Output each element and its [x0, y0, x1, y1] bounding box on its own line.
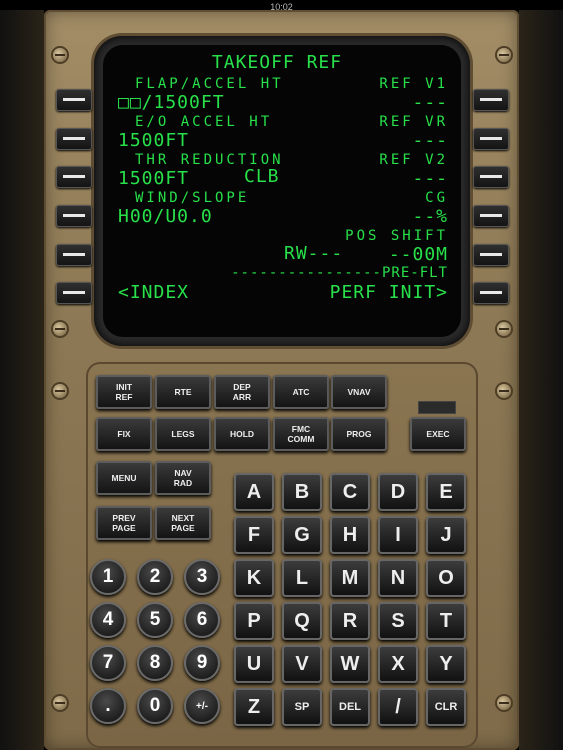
- screw-icon: [53, 48, 67, 62]
- key-b[interactable]: B: [282, 473, 322, 511]
- value-pos-shift: --00M: [388, 244, 448, 265]
- lsk-3l[interactable]: [56, 166, 92, 188]
- value-cg: --%: [412, 206, 448, 227]
- key-t[interactable]: T: [426, 602, 466, 640]
- key-d[interactable]: D: [378, 473, 418, 511]
- init-ref-key[interactable]: INIT REF: [96, 375, 152, 409]
- lsk-1l[interactable]: [56, 89, 92, 111]
- screw-icon: [53, 384, 67, 398]
- perf-init-prompt[interactable]: PERF INIT>: [118, 282, 448, 303]
- key-4[interactable]: 4: [90, 602, 126, 638]
- lsk-4l[interactable]: [56, 205, 92, 227]
- key-e[interactable]: E: [426, 473, 466, 511]
- key-9[interactable]: 9: [184, 645, 220, 681]
- lsk-5l[interactable]: [56, 244, 92, 266]
- screw-icon: [497, 48, 511, 62]
- value-ref-vr: ---: [412, 130, 448, 151]
- key-r[interactable]: R: [330, 602, 370, 640]
- screw-icon: [53, 696, 67, 710]
- key-0[interactable]: 0: [137, 688, 173, 724]
- key-h[interactable]: H: [330, 516, 370, 554]
- exec-light: [418, 401, 456, 414]
- screw-icon: [53, 322, 67, 336]
- key-delete[interactable]: DEL: [330, 688, 370, 726]
- screw-icon: [497, 322, 511, 336]
- lsk-6l[interactable]: [56, 282, 92, 304]
- key-2[interactable]: 2: [137, 559, 173, 595]
- fix-key[interactable]: FIX: [96, 417, 152, 451]
- atc-key[interactable]: ATC: [273, 375, 329, 409]
- lsk-5r[interactable]: [473, 244, 509, 266]
- key-w[interactable]: W: [330, 645, 370, 683]
- key-5[interactable]: 5: [137, 602, 173, 638]
- key-1[interactable]: 1: [90, 559, 126, 595]
- key-z[interactable]: Z: [234, 688, 274, 726]
- key-x[interactable]: X: [378, 645, 418, 683]
- key-g[interactable]: G: [282, 516, 322, 554]
- key-j[interactable]: J: [426, 516, 466, 554]
- legs-key[interactable]: LEGS: [155, 417, 211, 451]
- value-ref-v2: ---: [412, 168, 448, 189]
- lsk-2l[interactable]: [56, 128, 92, 150]
- screw-icon: [497, 384, 511, 398]
- key-decimal[interactable]: .: [90, 688, 126, 724]
- screw-icon: [497, 696, 511, 710]
- left-side-panel: [0, 10, 44, 750]
- key-6[interactable]: 6: [184, 602, 220, 638]
- key-p[interactable]: P: [234, 602, 274, 640]
- key-3[interactable]: 3: [184, 559, 220, 595]
- key-slash[interactable]: /: [378, 688, 418, 726]
- key-q[interactable]: Q: [282, 602, 322, 640]
- prev-page-key[interactable]: PREV PAGE: [96, 506, 152, 540]
- key-k[interactable]: K: [234, 559, 274, 597]
- key-f[interactable]: F: [234, 516, 274, 554]
- key-clear[interactable]: CLR: [426, 688, 466, 726]
- lsk-4r[interactable]: [473, 205, 509, 227]
- key-plus-minus[interactable]: +/-: [184, 688, 220, 724]
- menu-key[interactable]: MENU: [96, 461, 152, 495]
- nav-rad-key[interactable]: NAV RAD: [155, 461, 211, 495]
- dep-arr-key[interactable]: DEP ARR: [214, 375, 270, 409]
- pre-flt-separator: ----------------PRE-FLT: [231, 265, 448, 281]
- exec-key[interactable]: EXEC: [410, 417, 466, 451]
- lsk-2r[interactable]: [473, 128, 509, 150]
- key-m[interactable]: M: [330, 559, 370, 597]
- key-s[interactable]: S: [378, 602, 418, 640]
- prog-key[interactable]: PROG: [331, 417, 387, 451]
- key-v[interactable]: V: [282, 645, 322, 683]
- key-l[interactable]: L: [282, 559, 322, 597]
- value-ref-v1: ---: [412, 92, 448, 113]
- lsk-6r[interactable]: [473, 282, 509, 304]
- key-8[interactable]: 8: [137, 645, 173, 681]
- right-side-panel: [519, 10, 563, 750]
- key-7[interactable]: 7: [90, 645, 126, 681]
- hold-key[interactable]: HOLD: [214, 417, 270, 451]
- key-i[interactable]: I: [378, 516, 418, 554]
- key-c[interactable]: C: [330, 473, 370, 511]
- next-page-key[interactable]: NEXT PAGE: [155, 506, 211, 540]
- key-space[interactable]: SP: [282, 688, 322, 726]
- key-y[interactable]: Y: [426, 645, 466, 683]
- lsk-1r[interactable]: [473, 89, 509, 111]
- key-o[interactable]: O: [426, 559, 466, 597]
- key-u[interactable]: U: [234, 645, 274, 683]
- lsk-3r[interactable]: [473, 166, 509, 188]
- fmc-comm-key[interactable]: FMC COMM: [273, 417, 329, 451]
- page-title: TAKEOFF REF: [211, 52, 343, 73]
- rte-key[interactable]: RTE: [155, 375, 211, 409]
- vnav-key[interactable]: VNAV: [331, 375, 387, 409]
- key-n[interactable]: N: [378, 559, 418, 597]
- key-a[interactable]: A: [234, 473, 274, 511]
